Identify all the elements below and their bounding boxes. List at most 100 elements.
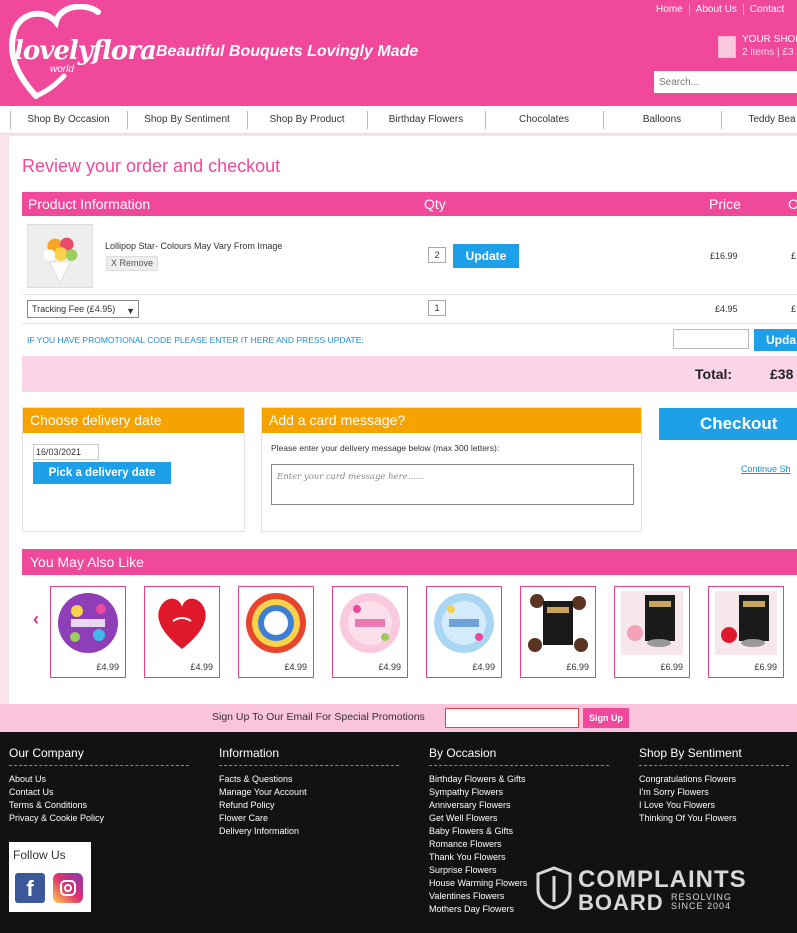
happy-birthday-balloon-image (58, 593, 118, 653)
basket-summary[interactable]: 2 items | £3 (742, 47, 794, 58)
basket-title[interactable]: YOUR SHOP (742, 34, 797, 45)
footer-col-title: Information (219, 746, 399, 766)
main-nav: Shop By Occasion Shop By Sentiment Shop … (0, 106, 797, 134)
footer-link[interactable]: About Us (9, 773, 189, 786)
search-input[interactable] (654, 71, 797, 93)
footer-link[interactable]: I Love You Flowers (639, 799, 789, 812)
follow-us-label: Follow Us (13, 848, 66, 862)
footer-link[interactable]: Romance Flowers (429, 838, 609, 851)
beechs-chocolates-image (621, 591, 683, 655)
tracking-line-total: £ (791, 304, 797, 314)
product-card[interactable]: £4.99 (332, 586, 408, 678)
checkout-button[interactable]: Checkout (659, 408, 797, 440)
nav-balloons[interactable]: Balloons (604, 106, 720, 134)
product-card-price: £6.99 (660, 662, 683, 672)
footer-link[interactable]: Sympathy Flowers (429, 786, 609, 799)
footer-link[interactable]: Congratulations Flowers (639, 773, 789, 786)
beechs-chocolates-image (715, 591, 777, 655)
basket-icon[interactable] (718, 36, 736, 58)
product-card[interactable]: £6.99 (614, 586, 690, 678)
carousel-prev-icon[interactable]: ‹ (33, 609, 39, 630)
col-product-header: Product Information (28, 196, 151, 212)
tracking-fee-select[interactable]: Tracking Fee (£4.95) ▼ (27, 300, 139, 318)
product-price: £16.99 (710, 251, 738, 261)
footer-col-title: Shop By Sentiment (639, 746, 789, 766)
product-card-price: £6.99 (566, 662, 589, 672)
baby-girl-balloon-image (340, 593, 400, 653)
card-message-panel: Add a card message? Please enter your de… (261, 407, 642, 532)
shield-icon (536, 866, 572, 910)
also-like-heading: You May Also Like (22, 549, 797, 575)
footer-link[interactable]: Get Well Flowers (429, 812, 609, 825)
topnav-about[interactable]: About Us (690, 4, 744, 15)
continue-shopping-link[interactable]: Continue Sh (741, 464, 791, 474)
promo-update-button[interactable]: Upda (754, 329, 797, 351)
site-header: lovelyflora world Beautiful Bouquets Lov… (0, 0, 797, 106)
watermark-line3b: SINCE 2004 (671, 901, 732, 911)
promo-instructions: IF YOU HAVE PROMOTIONAL CODE PLEASE ENTE… (27, 335, 364, 345)
product-card[interactable]: £4.99 (426, 586, 502, 678)
watermark-line3: RESOLVING SINCE 2004 (671, 893, 732, 911)
facebook-icon[interactable]: f (15, 873, 45, 903)
footer-link[interactable]: Facts & Questions (219, 773, 399, 786)
footer-link[interactable]: Delivery Information (219, 825, 399, 838)
delivery-date-input[interactable]: 16/03/2021 (33, 444, 99, 460)
nav-birthday-flowers[interactable]: Birthday Flowers (368, 106, 484, 134)
newsletter-email-input[interactable] (445, 708, 579, 728)
checkout-main: Review your order and checkout Product I… (9, 136, 797, 706)
newsletter-signup-button[interactable]: Sign Up (583, 708, 629, 728)
nav-shop-by-sentiment[interactable]: Shop By Sentiment (128, 106, 246, 134)
footer-link[interactable]: Anniversary Flowers (429, 799, 609, 812)
footer-col-shop-by-sentiment: Shop By Sentiment Congratulations Flower… (639, 746, 789, 825)
total-value: £38 (770, 366, 794, 382)
footer-link[interactable]: Refund Policy (219, 799, 399, 812)
instagram-icon[interactable] (53, 873, 83, 903)
top-nav: Home About Us Contact (650, 4, 790, 15)
delivery-heading: Choose delivery date (23, 408, 244, 433)
footer-link[interactable]: Manage Your Account (219, 786, 399, 799)
nav-shop-by-occasion[interactable]: Shop By Occasion (11, 106, 126, 134)
beechs-chocolates-image (527, 591, 589, 655)
logo-text: lovelyflora (14, 36, 157, 66)
delivery-panel: Choose delivery date 16/03/2021 Pick a d… (22, 407, 245, 532)
page-title: Review your order and checkout (22, 156, 281, 176)
card-message-textarea[interactable]: Enter your card message here...... (271, 464, 634, 505)
nav-teddy-bears[interactable]: Teddy Bea (722, 106, 797, 134)
tracking-fee-value: Tracking Fee (£4.95) (32, 304, 116, 314)
card-message-instructions: Please enter your delivery message below… (271, 443, 500, 453)
thank-you-balloon-image (246, 593, 306, 653)
product-card[interactable]: £4.99 (238, 586, 314, 678)
remove-button[interactable]: X Remove (106, 256, 158, 271)
nav-shop-by-product[interactable]: Shop By Product (248, 106, 366, 134)
footer-link[interactable]: Terms & Conditions (9, 799, 189, 812)
cart-table-header: Product Information Qty Price C (22, 192, 797, 216)
promo-code-input[interactable] (673, 329, 749, 349)
product-line-total: £ (791, 251, 797, 261)
footer-link[interactable]: Flower Care (219, 812, 399, 825)
footer-link[interactable]: Baby Flowers & Gifts (429, 825, 609, 838)
footer-link[interactable]: Privacy & Cookie Policy (9, 812, 189, 825)
nav-chocolates[interactable]: Chocolates (486, 106, 602, 134)
logo-subtext: world (50, 64, 74, 75)
topnav-contact[interactable]: Contact (744, 4, 790, 15)
footer-link[interactable]: Thank You Flowers (429, 851, 609, 864)
product-name[interactable]: Lollipop Star- Colours May Vary From Ima… (105, 241, 282, 251)
product-card[interactable]: £6.99 (520, 586, 596, 678)
footer-link[interactable]: Birthday Flowers & Gifts (429, 773, 609, 786)
footer-link[interactable]: Contact Us (9, 786, 189, 799)
footer-link[interactable]: I'm Sorry Flowers (639, 786, 789, 799)
pick-delivery-date-button[interactable]: Pick a delivery date (33, 462, 171, 484)
product-card-price: £4.99 (190, 662, 213, 672)
product-card[interactable]: £6.99 (708, 586, 784, 678)
total-bar (22, 356, 797, 392)
product-card[interactable]: £4.99 (50, 586, 126, 678)
product-qty-input[interactable]: 2 (428, 247, 446, 263)
footer-link[interactable]: Thinking Of You Flowers (639, 812, 789, 825)
update-button[interactable]: Update (453, 244, 519, 268)
product-thumbnail[interactable] (27, 224, 93, 288)
product-card-price: £6.99 (754, 662, 777, 672)
product-card[interactable]: £4.99 (144, 586, 220, 678)
col-total-header: C (788, 196, 797, 212)
tracking-price: £4.95 (715, 304, 738, 314)
topnav-home[interactable]: Home (650, 4, 690, 15)
